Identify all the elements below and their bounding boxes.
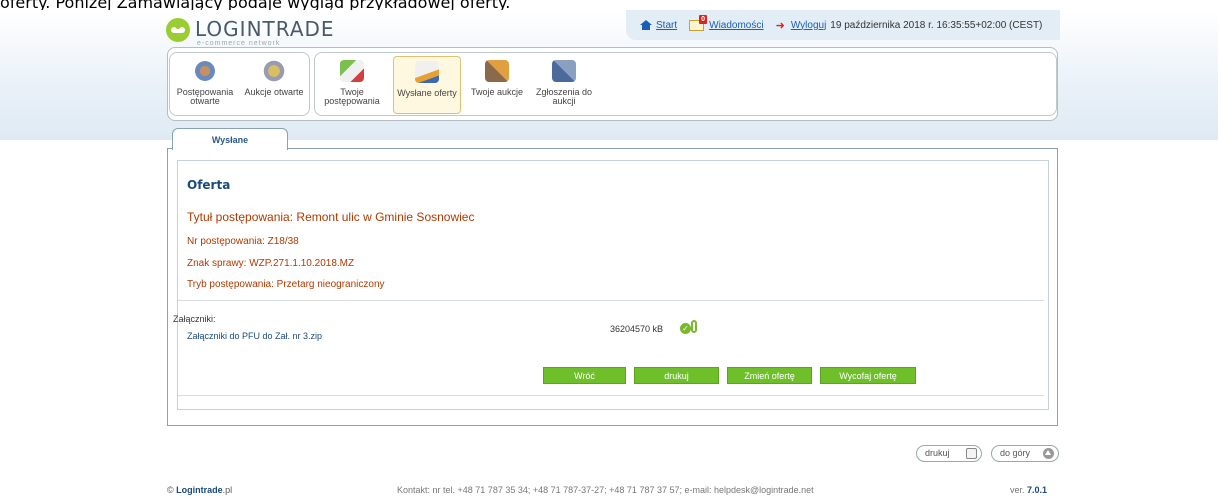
tool-label: Aukcje otwarte <box>244 87 304 97</box>
attachment-size: 36204570 kB <box>610 324 664 334</box>
procedure-number: Nr postępowania: Z18/38 <box>187 236 299 247</box>
sent-offers-icon <box>415 61 439 83</box>
footer-domain: .pl <box>222 485 233 495</box>
open-procedures-icon <box>193 60 217 82</box>
messages-count-badge: 0 <box>699 14 708 24</box>
start-link[interactable]: Start <box>656 20 677 31</box>
page-title: Oferta <box>187 178 231 192</box>
logout-arrow-icon: ➜ <box>775 19 785 32</box>
change-offer-button[interactable]: Zmień ofertę <box>727 367 812 384</box>
attachment-link[interactable]: Załączniki do PFU do Zał. nr 3.zip <box>187 331 322 341</box>
top-links-bar: Start 0 Wiadomości ➜ Wyloguj 19 paździer… <box>626 10 1060 40</box>
print-page-button[interactable]: drukuj <box>916 445 982 462</box>
tool-sent-offers[interactable]: Wysłane oferty <box>393 56 461 114</box>
back-button[interactable]: Wróć <box>543 367 626 384</box>
case-sign: Znak sprawy: WZP.271.1.10.2018.MZ <box>187 258 355 269</box>
version-label: ver. <box>1010 485 1025 495</box>
logo-icon <box>166 18 190 42</box>
arrow-up-icon <box>1043 448 1054 459</box>
main-toolbar: Postępowania otwarte Aukcje otwarte Twoj… <box>167 47 1058 121</box>
logout-link[interactable]: Wyloguj <box>791 20 826 31</box>
scroll-top-label: do góry <box>1000 448 1031 458</box>
tool-my-procedures[interactable]: Twoje postępowania <box>317 56 387 114</box>
verified-check-icon: ✓ <box>680 323 691 334</box>
version-number: 7.0.1 <box>1027 485 1048 495</box>
procedure-mode: Tryb postępowania: Przetarg nieograniczo… <box>187 279 385 290</box>
my-procedures-icon <box>340 60 364 82</box>
attachments-label: Załączniki: <box>173 314 216 324</box>
tool-label: Postępowania otwarte <box>176 87 234 106</box>
tool-open-auctions[interactable]: Aukcje otwarte <box>238 56 310 114</box>
divider <box>178 395 1044 396</box>
mail-icon[interactable]: 0 <box>689 14 708 31</box>
home-icon <box>640 20 652 30</box>
tool-label: Wysłane oferty <box>397 88 457 98</box>
procedure-title: Tytuł postępowania: Remont ulic w Gminie… <box>187 210 475 224</box>
toolbar-group-public: Postępowania otwarte Aukcje otwarte <box>169 52 310 116</box>
paperclip-icon[interactable] <box>691 320 697 333</box>
open-auctions-icon <box>262 60 286 82</box>
copyright-symbol: © <box>167 485 174 495</box>
divider <box>178 300 1044 301</box>
my-auctions-icon <box>485 60 509 82</box>
scroll-top-button[interactable]: do góry <box>991 445 1059 462</box>
tool-auction-submissions[interactable]: Zgłoszenia do aukcji <box>529 56 599 114</box>
logo-text: LOGINTRADE <box>195 17 335 41</box>
messages-link[interactable]: Wiadomości <box>709 20 763 31</box>
print-page-label: drukuj <box>925 448 950 458</box>
current-datetime: 19 października 2018 r. 16:35:55+02:00 (… <box>830 19 1043 31</box>
footer-brand[interactable]: Logintrade <box>176 485 223 495</box>
footer-copyright: © Logintrade.pl <box>167 485 232 495</box>
tool-label: Zgłoszenia do aukcji <box>535 87 593 106</box>
footer-contact: Kontakt: nr tel. +48 71 787 35 34; +48 7… <box>397 485 814 495</box>
tool-label: Twoje postępowania <box>324 87 380 106</box>
withdraw-offer-button[interactable]: Wycofaj ofertę <box>820 367 916 384</box>
logo[interactable]: LOGINTRADE e-commerce network <box>166 16 366 47</box>
auction-submissions-icon <box>552 60 576 82</box>
printer-icon <box>966 448 977 459</box>
print-button[interactable]: drukuj <box>634 367 719 384</box>
tool-my-auctions[interactable]: Twoje aukcje <box>467 56 527 114</box>
footer-version: ver. 7.0.1 <box>1010 485 1047 495</box>
toolbar-group-user: Twoje postępowania Wysłane oferty Twoje … <box>314 52 1057 116</box>
logo-tagline: e-commerce network <box>197 40 281 47</box>
tool-open-procedures[interactable]: Postępowania otwarte <box>170 56 240 114</box>
tool-label: Twoje aukcje <box>470 87 524 97</box>
